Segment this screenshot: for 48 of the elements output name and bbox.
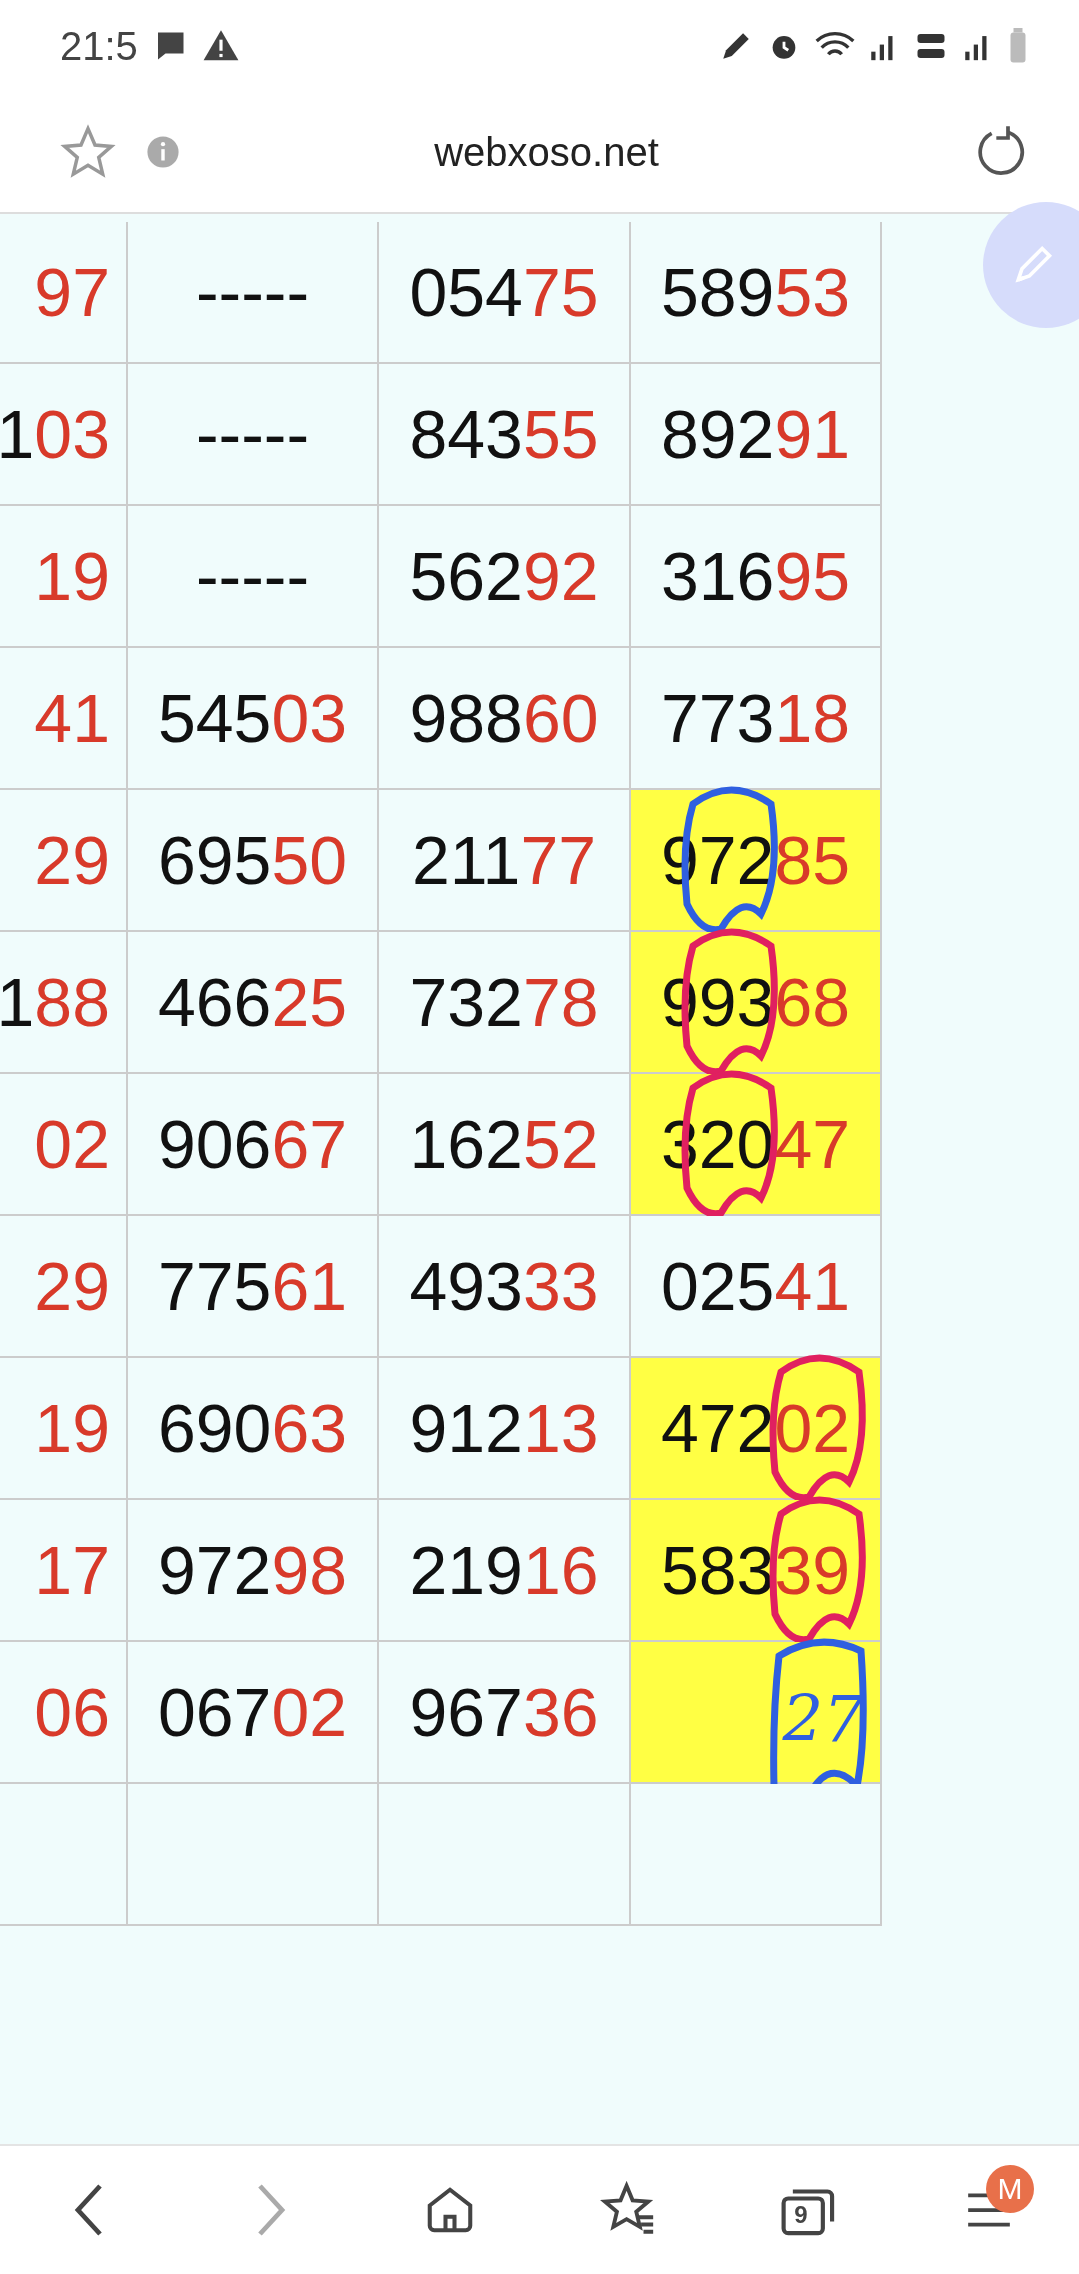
status-time: 21:5 [60, 23, 138, 69]
number-text: 97 [34, 253, 110, 331]
account-badge: M [986, 2165, 1035, 2213]
number-text: 56292 [409, 537, 599, 615]
number-text: 73278 [409, 963, 599, 1041]
number-text: 19 [34, 1389, 110, 1467]
number-text: 16252 [409, 1105, 599, 1183]
number-text: 91213 [409, 1389, 599, 1467]
number-text: 84355 [409, 395, 599, 473]
number-text: 02541 [660, 1247, 851, 1325]
number-text: 02 [34, 1105, 110, 1183]
number-text: 17 [34, 1531, 110, 1609]
number-text: ----- [195, 395, 310, 473]
battery-icon [1007, 28, 1029, 64]
number-text: 49333 [409, 1247, 599, 1325]
number-text: ----- [195, 537, 310, 615]
url-text[interactable]: webxoso.net [210, 129, 883, 175]
number-text: 29 [34, 1247, 110, 1325]
number-text: 69063 [157, 1389, 348, 1467]
number-text: 58953 [660, 253, 851, 331]
tabs-button[interactable]: 9 [764, 2165, 855, 2255]
number-text: 58339 [660, 1531, 851, 1609]
number-text: 19 [34, 537, 110, 615]
number-text: 77318 [660, 679, 851, 757]
number-text: 06702 [157, 1673, 348, 1751]
number-text: 89291 [660, 395, 851, 473]
number-text: ----- [195, 253, 310, 331]
handwritten-note: 27 [782, 1682, 864, 1756]
number-text: 47202 [660, 1389, 851, 1467]
number-text: 77561 [157, 1247, 348, 1325]
number-text: 31695 [660, 537, 851, 615]
number-text: 05475 [409, 253, 599, 331]
number-text: 98860 [409, 679, 599, 757]
number-text: 21916 [409, 1531, 599, 1609]
number-text: 41 [34, 679, 110, 757]
number-text: 103 [0, 395, 110, 473]
number-text: 188 [0, 963, 110, 1041]
number-text: 21177 [411, 821, 597, 899]
tab-count: 9 [794, 2201, 808, 2229]
number-text: 29 [34, 821, 110, 899]
star-icon[interactable] [60, 124, 116, 180]
number-text: 69550 [157, 821, 348, 899]
number-text: 96736 [409, 1673, 599, 1751]
number-text: 06 [34, 1673, 110, 1751]
number-text: 46625 [157, 963, 348, 1041]
number-text: 97298 [157, 1531, 348, 1609]
number-text: 90667 [157, 1105, 348, 1183]
number-text: 54503 [157, 679, 348, 757]
